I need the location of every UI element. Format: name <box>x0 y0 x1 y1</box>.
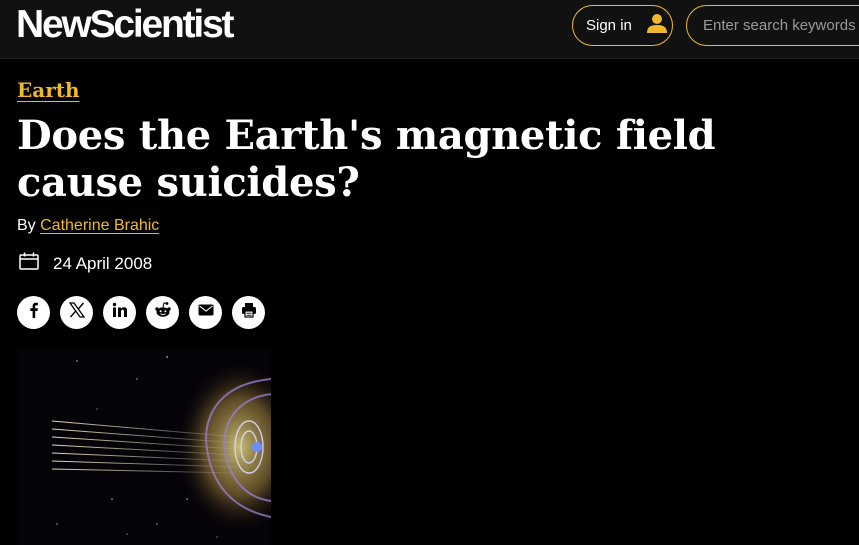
user-icon <box>646 12 668 39</box>
share-bar <box>17 296 265 329</box>
author-link[interactable]: Catherine Brahic <box>40 217 159 234</box>
share-linkedin-button[interactable] <box>103 296 136 329</box>
email-icon <box>198 303 214 322</box>
print-button[interactable] <box>232 296 265 329</box>
reddit-icon <box>154 301 172 324</box>
share-facebook-button[interactable] <box>17 296 50 329</box>
article-title: Does the Earth's magnetic field cause su… <box>17 112 716 206</box>
print-icon <box>241 302 257 323</box>
share-email-button[interactable] <box>189 296 222 329</box>
sign-in-button[interactable]: Sign in <box>572 5 673 46</box>
byline: By Catherine Brahic <box>17 217 159 235</box>
calendar-icon <box>19 252 39 275</box>
site-logo[interactable]: NewScientist <box>16 3 235 47</box>
publish-date: 24 April 2008 <box>53 253 153 273</box>
site-header: NewScientist Sign in <box>0 0 859 59</box>
article-hero-image <box>17 349 271 545</box>
page: NewScientist Sign in Earth Does the Eart… <box>0 0 859 545</box>
share-x-button[interactable] <box>60 296 93 329</box>
facebook-icon <box>26 302 42 323</box>
linkedin-icon <box>112 302 128 323</box>
x-icon <box>68 302 85 323</box>
dateline: 24 April 2008 <box>19 252 152 275</box>
byline-prefix: By <box>17 217 36 234</box>
search-input[interactable] <box>686 5 859 46</box>
sign-in-label: Sign in <box>586 17 632 34</box>
category-link[interactable]: Earth <box>17 78 80 102</box>
share-reddit-button[interactable] <box>146 296 179 329</box>
